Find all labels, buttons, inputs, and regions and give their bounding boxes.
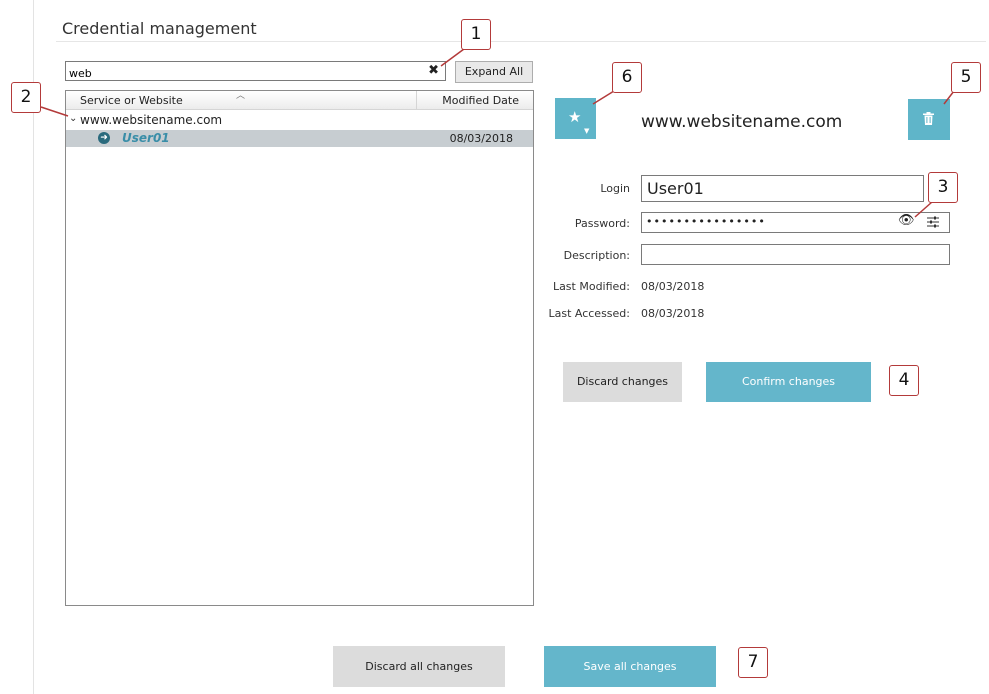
- description-label: Description:: [563, 249, 630, 262]
- callout-7: 7: [738, 647, 768, 678]
- star-icon: ★: [568, 108, 582, 126]
- save-all-changes-button[interactable]: Save all changes: [544, 646, 716, 687]
- column-separator[interactable]: [416, 91, 417, 109]
- last-accessed-label: Last Accessed:: [548, 307, 630, 320]
- tree-group-row[interactable]: ⌄ www.websitename.com: [66, 111, 533, 129]
- page-title: Credential management: [62, 19, 257, 38]
- credential-tree[interactable]: Service or Website ︿ Modified Date ⌄ www…: [65, 90, 534, 606]
- site-title: www.websitename.com: [641, 112, 843, 132]
- password-label: Password:: [574, 217, 630, 230]
- discard-all-changes-button[interactable]: Discard all changes: [333, 646, 505, 687]
- close-icon[interactable]: ✖: [428, 63, 439, 78]
- eye-icon[interactable]: 👁: [898, 213, 915, 228]
- discard-changes-button[interactable]: Discard changes: [563, 362, 682, 402]
- callout-2: 2: [11, 82, 41, 113]
- arrow-right-circle-icon: ➜: [98, 132, 110, 144]
- description-field[interactable]: [641, 244, 950, 265]
- credential-user-label: User01: [122, 131, 170, 145]
- callout-1: 1: [461, 19, 491, 50]
- dropdown-arrow-icon: ▼: [584, 127, 590, 135]
- login-label: Login: [600, 182, 630, 195]
- chevron-down-icon[interactable]: ⌄: [69, 113, 77, 124]
- delete-button[interactable]: [908, 99, 950, 140]
- tree-header: Service or Website ︿ Modified Date: [66, 91, 533, 110]
- trash-icon: [923, 112, 934, 125]
- last-accessed-value: 08/03/2018: [641, 307, 705, 320]
- login-field[interactable]: User01: [641, 175, 924, 202]
- password-value: ••••••••••••••••: [646, 215, 766, 228]
- callout-5: 5: [951, 62, 981, 93]
- confirm-changes-button[interactable]: Confirm changes: [706, 362, 871, 402]
- last-modified-label: Last Modified:: [552, 280, 630, 293]
- last-modified-value: 08/03/2018: [641, 280, 705, 293]
- settings-sliders-icon[interactable]: [927, 215, 939, 229]
- credential-modified-date: 08/03/2018: [449, 132, 513, 145]
- expand-all-button[interactable]: Expand All: [455, 61, 533, 83]
- title-divider: [56, 41, 986, 42]
- tree-credential-row[interactable]: ➜ User01 08/03/2018: [66, 130, 533, 147]
- search-box[interactable]: ✖: [65, 61, 446, 83]
- tree-group-label: www.websitename.com: [80, 113, 223, 127]
- callout-6: 6: [612, 62, 642, 93]
- password-field[interactable]: •••••••••••••••• 👁: [641, 212, 950, 233]
- favorite-button[interactable]: ★ ▼: [555, 98, 596, 139]
- sort-up-icon: ︿: [236, 91, 246, 101]
- callout-3: 3: [928, 172, 958, 203]
- column-header-service[interactable]: Service or Website: [80, 94, 183, 107]
- search-input[interactable]: [66, 64, 422, 83]
- column-header-modified[interactable]: Modified Date: [442, 94, 519, 107]
- callout-4: 4: [889, 365, 919, 396]
